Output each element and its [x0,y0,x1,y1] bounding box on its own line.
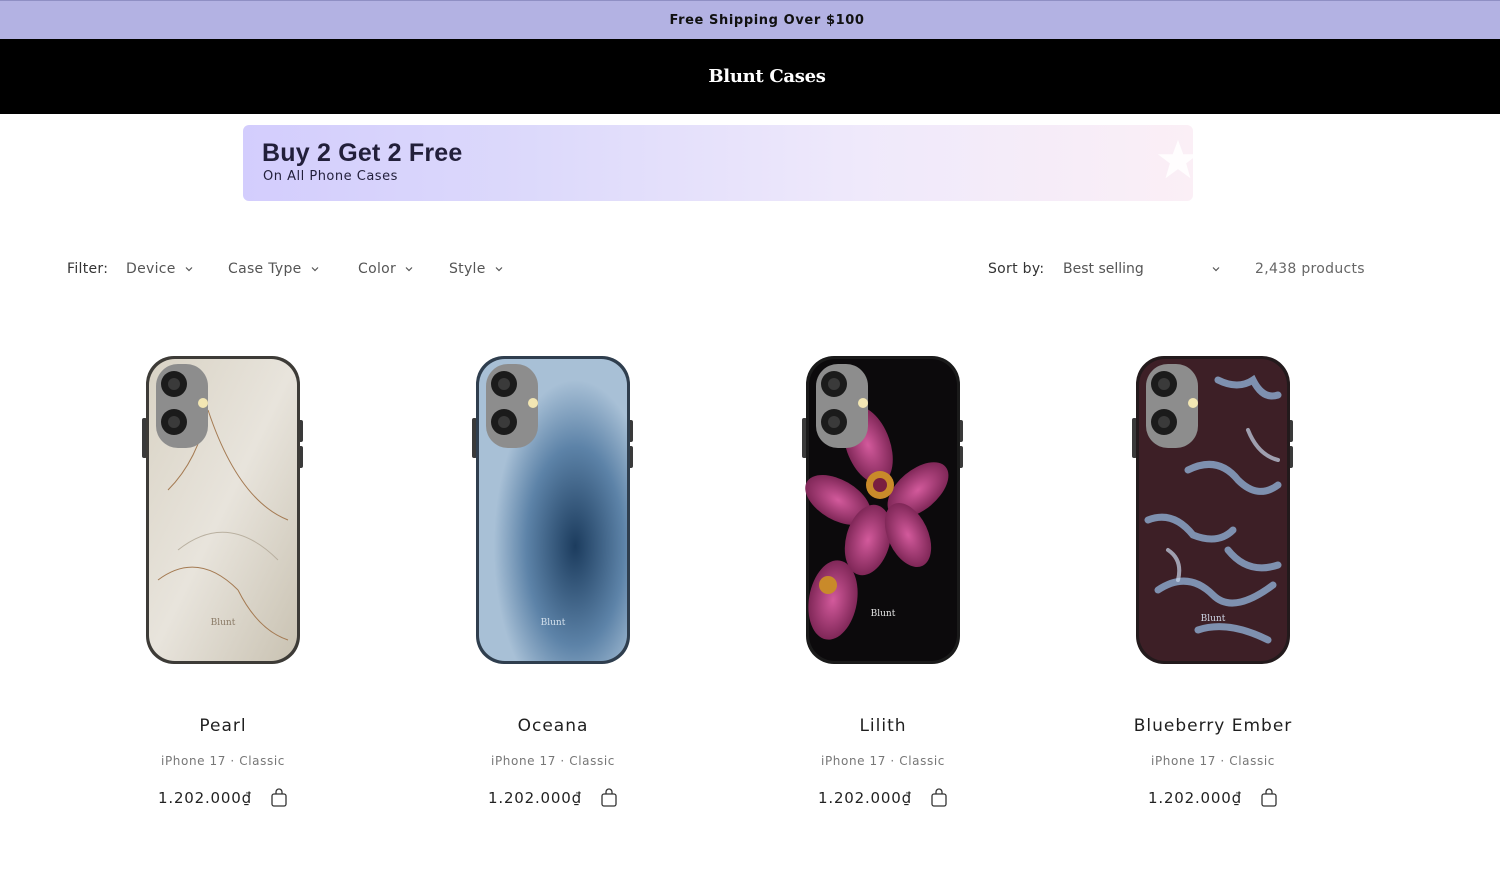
product-card[interactable]: Blunt Pearl iPhone 17 · Classic 1.202.00… [58,340,388,840]
brand-mark: Blunt [211,618,236,628]
product-card[interactable]: Blunt Lilith iPhone 17 · Classic 1.202.0… [718,340,1048,840]
chevron-down-icon [405,267,413,272]
shopping-bag-icon[interactable] [1260,788,1278,808]
price-row: 1.202.000₫ [718,788,1048,808]
sort-label: Sort by: [988,261,1045,277]
product-price: 1.202.000₫ [158,789,252,807]
star-icon [1157,139,1193,179]
site-logo[interactable]: Blunt Cases [674,66,826,87]
product-grid: Blunt Pearl iPhone 17 · Classic 1.202.00… [58,340,1378,840]
product-variant: iPhone 17 · Classic [161,754,285,768]
shopping-bag-icon[interactable] [930,788,948,808]
promo-subtitle: On All Phone Cases [263,169,398,184]
promo-banner[interactable]: Buy 2 Get 2 Free On All Phone Cases [243,125,1193,201]
brand-mark: Blunt [1201,614,1226,624]
announcement-text: Free Shipping Over $100 [669,12,865,28]
sort-value: Best selling [1063,261,1144,277]
sort-select[interactable]: Best selling [1063,261,1221,277]
price-row: 1.202.000₫ [58,788,388,808]
filter-color-label: Color [358,261,397,277]
product-price: 1.202.000₫ [1148,789,1242,807]
chevron-down-icon [185,267,193,272]
filter-style-label: Style [449,261,486,277]
product-title[interactable]: Blueberry Ember [1048,716,1378,736]
filter-device[interactable]: Device [126,261,194,277]
price-row: 1.202.000₫ [388,788,718,808]
product-image-blueberry-ember[interactable]: Blunt [1128,350,1298,670]
product-variant: iPhone 17 · Classic [1151,754,1275,768]
product-title[interactable]: Lilith [718,716,1048,736]
filter-sort-bar: Filter: Device Case Type Color Style Sor… [67,261,1387,283]
product-image-lilith[interactable]: Blunt [798,350,968,670]
price-row: 1.202.000₫ [1048,788,1378,808]
site-header: Blunt Cases [0,39,1500,114]
product-price: 1.202.000₫ [818,789,912,807]
announcement-bar: Free Shipping Over $100 [0,0,1500,39]
product-image-oceana[interactable]: Blunt [468,350,638,670]
filter-case-type-label: Case Type [228,261,302,277]
filter-style[interactable]: Style [449,261,504,277]
shopping-bag-icon[interactable] [600,788,618,808]
chevron-down-icon [495,267,503,272]
shopping-bag-icon[interactable] [270,788,288,808]
brand-mark: Blunt [871,609,896,619]
product-card[interactable]: Blunt Blueberry Ember iPhone 17 · Classi… [1048,340,1378,840]
chevron-down-icon [1212,267,1220,272]
product-card[interactable]: Blunt Oceana iPhone 17 · Classic 1.202.0… [388,340,718,840]
filter-case-type[interactable]: Case Type [228,261,320,277]
filter-label: Filter: [67,261,109,277]
product-variant: iPhone 17 · Classic [491,754,615,768]
chevron-down-icon [311,267,319,272]
product-title[interactable]: Oceana [388,716,718,736]
promo-title: Buy 2 Get 2 Free [262,139,463,167]
product-count: 2,438 products [1255,261,1365,277]
product-variant: iPhone 17 · Classic [821,754,945,768]
filter-device-label: Device [126,261,176,277]
product-price: 1.202.000₫ [488,789,582,807]
product-title[interactable]: Pearl [58,716,388,736]
product-image-pearl[interactable]: Blunt [138,350,308,670]
filter-color[interactable]: Color [358,261,414,277]
brand-mark: Blunt [541,618,566,628]
